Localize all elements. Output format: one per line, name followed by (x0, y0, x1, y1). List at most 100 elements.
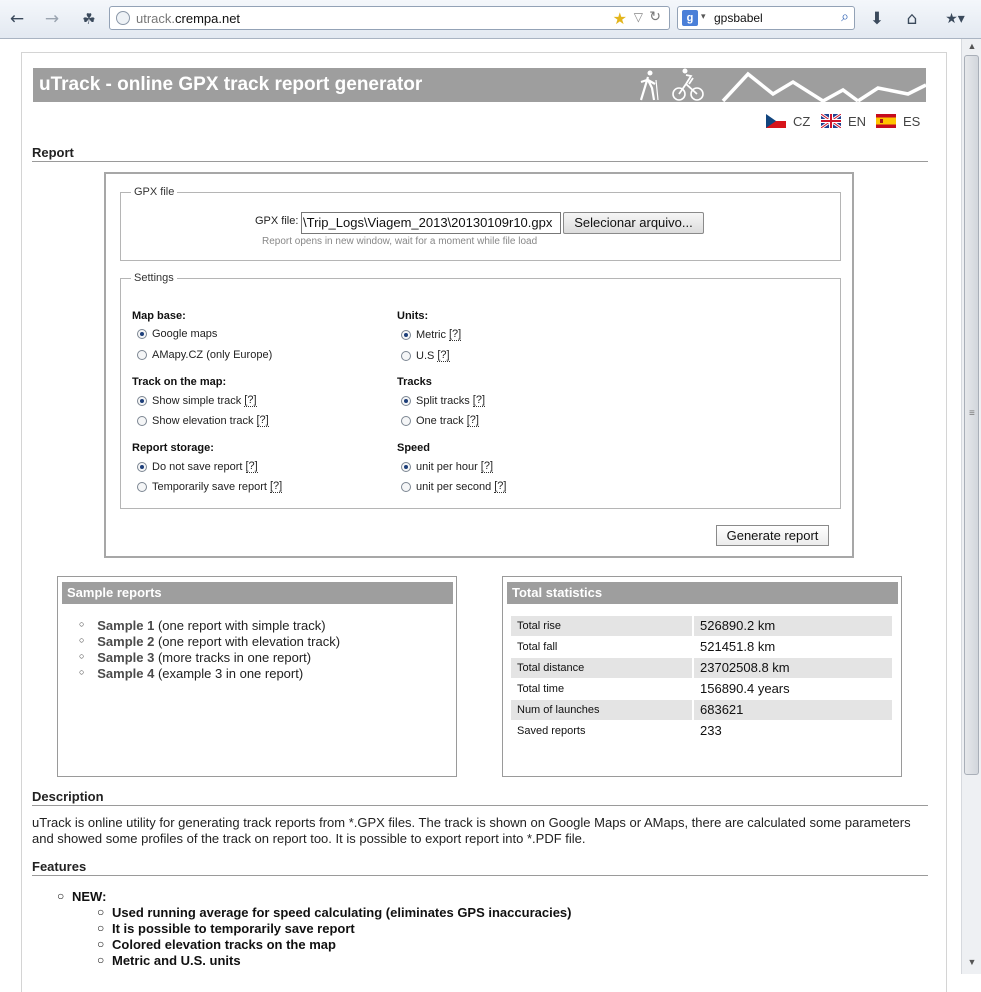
radio-unchecked-icon[interactable] (137, 415, 147, 426)
radio-unchecked-icon[interactable] (401, 350, 411, 361)
lang-cz-link[interactable]: CZ (793, 114, 810, 129)
bookmarks-menu-icon[interactable]: ★▾ (937, 8, 973, 30)
radio-checked-icon[interactable] (401, 395, 411, 406)
bullet-icon: ○ (97, 937, 105, 951)
radio-amapy[interactable]: AMapy.CZ (only Europe) (137, 349, 272, 361)
table-row: Total rise 526890.2 km (511, 616, 892, 636)
radio-unchecked-icon[interactable] (401, 415, 411, 426)
units-title: Units: (397, 310, 429, 322)
total-statistics-title: Total statistics (507, 582, 898, 604)
radio-no-save[interactable]: Do not save report [?] (137, 460, 258, 473)
radio-checked-icon[interactable] (401, 461, 411, 472)
list-item: ○ NEW: (57, 889, 107, 904)
help-link[interactable]: [?] (480, 460, 493, 473)
radio-unchecked-icon[interactable] (137, 481, 147, 492)
engine-dropdown-icon[interactable]: ▾ (701, 11, 706, 22)
description-text: uTrack is online utility for generating … (32, 815, 911, 846)
lang-en-link[interactable]: EN (848, 114, 866, 129)
flag-en-icon[interactable] (821, 114, 841, 128)
address-bar[interactable]: utrack.crempa.net ★ ▽ ↻ (109, 6, 670, 30)
sample-link[interactable]: Sample 3 (97, 650, 154, 665)
table-row: Total distance 23702508.8 km (511, 658, 892, 678)
site-banner: uTrack - online GPX track report generat… (33, 68, 926, 102)
history-dropdown-icon[interactable]: ▽ (634, 10, 643, 24)
lang-es-link[interactable]: ES (903, 114, 920, 129)
generate-report-button[interactable]: Generate report (716, 525, 829, 546)
radio-metric[interactable]: Metric [?] (401, 328, 462, 341)
gpx-file-input[interactable]: \Trip_Logs\Viagem_2013\20130109r10.gpx (301, 212, 561, 234)
scroll-up-icon[interactable]: ▲ (965, 41, 979, 55)
globe-icon (116, 11, 130, 25)
radio-unchecked-icon[interactable] (401, 481, 411, 492)
map-base-title: Map base: (132, 310, 186, 322)
bookmark-star-icon[interactable]: ★ (613, 9, 627, 28)
google-engine-icon[interactable]: g (682, 10, 698, 26)
help-link[interactable]: [?] (244, 394, 257, 407)
radio-unit-per-hour[interactable]: unit per hour [?] (401, 460, 493, 473)
help-link[interactable]: [?] (448, 328, 462, 341)
help-link[interactable]: [?] (245, 460, 258, 473)
radio-us[interactable]: U.S [?] (401, 349, 450, 362)
bullet-icon: ○ (97, 921, 105, 935)
help-link[interactable]: [?] (472, 394, 486, 407)
upload-hint: Report opens in new window, wait for a m… (262, 236, 538, 247)
storage-title: Report storage: (132, 442, 214, 454)
flag-cz-icon[interactable] (766, 114, 786, 128)
search-icon[interactable]: ⌕ (841, 9, 849, 25)
list-item: ○ Colored elevation tracks on the map (97, 937, 336, 952)
radio-unchecked-icon[interactable] (137, 350, 147, 360)
download-icon[interactable]: ⬇ (866, 8, 888, 30)
radio-checked-icon[interactable] (137, 329, 147, 339)
scroll-thumb[interactable]: ≡ (964, 55, 979, 775)
search-input[interactable]: gpsbabel (714, 11, 763, 25)
browser-toolbar: ← → ☘ utrack.crempa.net ★ ▽ ↻ g ▾ gpsbab… (0, 0, 981, 39)
help-link[interactable]: [?] (437, 349, 450, 362)
sample-reports-title: Sample reports (62, 582, 453, 604)
radio-checked-icon[interactable] (137, 395, 147, 406)
help-link[interactable]: [?] (256, 414, 269, 427)
home-icon[interactable]: ⌂ (901, 8, 923, 30)
sample-link[interactable]: Sample 4 (97, 666, 154, 681)
list-item: ○ ​ Sample 1 (one report with simple trac… (79, 618, 326, 633)
sync-icon[interactable]: ☘ (78, 8, 100, 30)
radio-google-maps[interactable]: Google maps (137, 328, 217, 340)
sample-link[interactable]: Sample 1 (97, 618, 154, 633)
grip-icon: ≡ (969, 408, 975, 419)
scroll-down-icon[interactable]: ▼ (965, 957, 979, 971)
radio-one-track[interactable]: One track [?] (401, 414, 479, 427)
help-link[interactable]: [?] (466, 414, 479, 427)
forward-arrow-icon[interactable]: → (41, 8, 63, 30)
description-heading: Description (32, 789, 928, 806)
table-row: Num of launches 683621 (511, 700, 892, 720)
list-item: ○ ​ Sample 2 (one report with elevation t… (79, 634, 341, 649)
vertical-scrollbar[interactable]: ▲ ≡ ▼ (961, 39, 981, 974)
radio-elevation-track[interactable]: Show elevation track [?] (137, 414, 269, 427)
back-arrow-icon[interactable]: ← (6, 8, 28, 30)
table-row: Total time 156890.4 years (517, 681, 790, 696)
address-text: utrack.crempa.net (136, 11, 241, 26)
gpx-file-label: GPX file: (255, 215, 299, 227)
list-item: ○ Metric and U.S. units (97, 953, 241, 968)
list-item: ○ ​ Sample 4 (example 3 in one report) (79, 666, 304, 681)
bullet-icon: ○ (97, 905, 105, 919)
mountain-hiker-cyclist-icon (639, 68, 926, 102)
reload-icon[interactable]: ↻ (649, 9, 661, 25)
gpx-legend: GPX file (134, 186, 175, 198)
flag-es-icon[interactable] (876, 114, 896, 128)
choose-file-button[interactable]: Selecionar arquivo... (563, 212, 704, 234)
tracks-title: Tracks (397, 376, 432, 388)
radio-unit-per-second[interactable]: unit per second [?] (401, 480, 507, 493)
radio-temp-save[interactable]: Temporarily save report [?] (137, 480, 283, 493)
radio-checked-icon[interactable] (401, 329, 411, 340)
table-row: Saved reports 233 (517, 723, 722, 738)
report-heading: Report (32, 145, 928, 162)
features-heading: Features (32, 859, 928, 876)
radio-checked-icon[interactable] (137, 461, 147, 472)
help-link[interactable]: [?] (494, 480, 507, 493)
help-link[interactable]: [?] (269, 480, 283, 493)
radio-split-tracks[interactable]: Split tracks [?] (401, 394, 486, 407)
search-bar[interactable]: g ▾ gpsbabel ⌕ (677, 6, 855, 30)
bullet-icon: ○ (97, 953, 105, 967)
radio-simple-track[interactable]: Show simple track [?] (137, 394, 257, 407)
sample-link[interactable]: Sample 2 (97, 634, 154, 649)
